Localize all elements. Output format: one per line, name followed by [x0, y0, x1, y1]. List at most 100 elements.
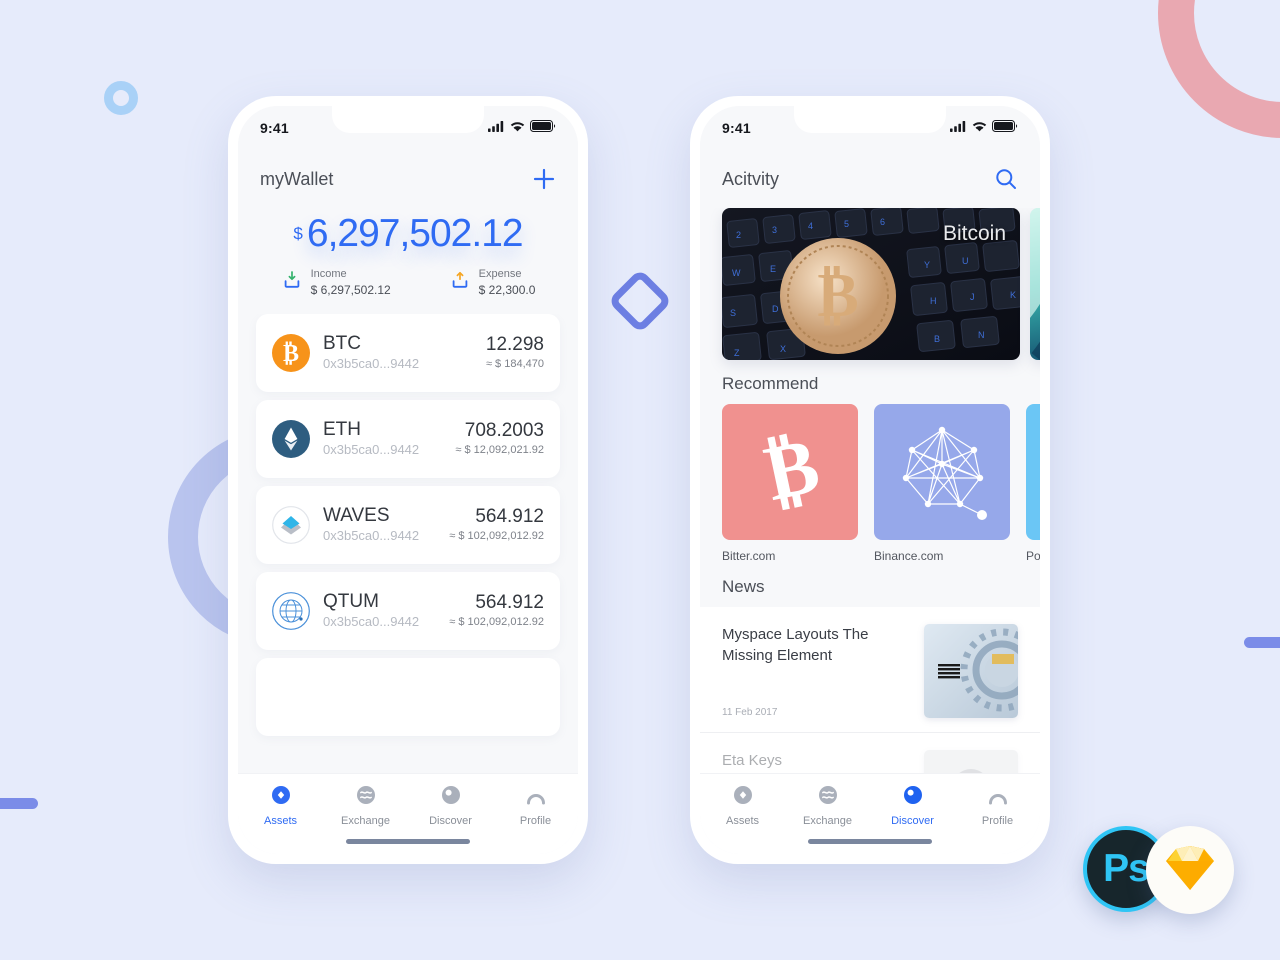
table-row[interactable]: ₿ BTC 0x3b5ca0...9442 12.298 ≈ $ 184,470 — [256, 313, 560, 392]
news-date: 11 Feb 2017 — [722, 707, 778, 718]
profile-icon — [525, 784, 547, 811]
svg-text:2: 2 — [736, 230, 741, 240]
sketch-badge — [1146, 826, 1234, 914]
tab-profile[interactable]: Profile — [955, 784, 1040, 827]
search-button[interactable] — [994, 167, 1018, 191]
phone-mockup-assets: 9:41 myWallet $ 6,297,502.12 Income $ 6,… — [228, 96, 588, 864]
asset-fiat-value: ≈ $ 102,092,012.92 — [449, 529, 544, 542]
svg-text:₿: ₿ — [817, 262, 858, 330]
svg-text:J: J — [970, 292, 975, 302]
table-row[interactable]: WAVES 0x3b5ca0...9442 564.912 ≈ $ 102,09… — [256, 485, 560, 564]
decorative-diamond — [607, 268, 673, 334]
assets-icon — [732, 784, 754, 811]
tab-label: Exchange — [341, 815, 390, 827]
asset-list[interactable]: ₿ BTC 0x3b5ca0...9442 12.298 ≈ $ 184,470… — [238, 313, 578, 773]
cellular-signal-icon — [950, 119, 967, 137]
news-thumbnail — [924, 624, 1018, 718]
tray-download-icon — [281, 269, 303, 296]
list-item[interactable]: Eta Keys — [700, 733, 1040, 773]
discover-content: 234 56 WE YU SD HJK ZX BN ₿ Bitcoin Reco… — [700, 208, 1040, 773]
balance-block: $ 6,297,502.12 Income $ 6,297,502.12 Exp… — [238, 208, 578, 314]
asset-symbol: QTUM — [323, 591, 379, 613]
tab-label: Discover — [891, 815, 934, 827]
recommend-thumb: ₿ — [722, 404, 858, 540]
list-item[interactable]: Binance.com — [874, 404, 1010, 563]
svg-text:H: H — [930, 296, 937, 306]
tab-discover[interactable]: Discover — [408, 784, 493, 827]
waves-coin-icon — [272, 506, 310, 544]
list-item[interactable]: Myspace Layouts The Missing Element 11 F… — [700, 607, 1040, 733]
table-row-partial[interactable] — [256, 657, 560, 736]
recommend-thumb — [1026, 404, 1040, 540]
asset-amount: 12.298 — [485, 333, 544, 355]
tab-exchange[interactable]: Exchange — [785, 784, 870, 827]
sketch-diamond-icon — [1162, 840, 1218, 901]
assets-icon — [270, 784, 292, 811]
asset-symbol: BTC — [323, 333, 361, 355]
svg-text:K: K — [1010, 290, 1016, 300]
currency-symbol: $ — [293, 224, 303, 243]
recommend-carousel[interactable]: ₿ Bitter.com Binance.com Po — [700, 404, 1040, 563]
svg-text:W: W — [732, 268, 741, 278]
news-title: Eta Keys — [722, 752, 783, 769]
tab-discover[interactable]: Discover — [870, 784, 955, 827]
tab-label: Profile — [981, 815, 1014, 827]
tab-exchange[interactable]: Exchange — [323, 784, 408, 827]
income-value: $ 6,297,502.12 — [310, 282, 391, 297]
news-title: Myspace Layouts The Missing Element — [722, 626, 869, 665]
asset-fiat-value: ≈ $ 102,092,012.92 — [449, 615, 544, 628]
battery-full-icon — [530, 119, 556, 137]
status-clock: 9:41 — [722, 120, 751, 136]
exchange-icon — [817, 784, 839, 811]
svg-text:₿: ₿ — [757, 426, 826, 514]
banner-carousel[interactable]: 2 3 4 5 6 W E Y U S D H J K Z X B N ₿ Bitcoin — [700, 208, 1040, 360]
tab-label: Discover — [429, 815, 472, 827]
home-indicator[interactable] — [346, 839, 470, 844]
news-list[interactable]: Myspace Layouts The Missing Element 11 F… — [700, 607, 1040, 773]
ethereum-coin-icon — [272, 419, 310, 458]
banner-card[interactable] — [1030, 208, 1040, 360]
photoshop-icon: Ps — [1103, 847, 1150, 890]
recommend-name: Polonie — [1026, 549, 1040, 563]
banner-card[interactable]: 2 3 4 5 6 W E Y U S D H J K Z X B N ₿ Bitcoin — [722, 208, 1020, 360]
exchange-icon — [355, 784, 377, 811]
svg-text:X: X — [780, 344, 786, 354]
svg-text:U: U — [962, 256, 969, 266]
svg-text:B: B — [934, 334, 940, 344]
recommend-name: Binance.com — [874, 549, 944, 563]
network-graph-icon — [888, 416, 996, 529]
table-row[interactable]: QTUM 0x3b5ca0...9442 564.912 ≈ $ 102,092… — [256, 571, 560, 650]
plus-icon — [532, 168, 556, 195]
app-header: Acitvity — [700, 150, 1040, 208]
section-title-recommend: Recommend — [722, 374, 819, 393]
svg-text:Y: Y — [924, 260, 930, 270]
asset-address: 0x3b5ca0...9442 — [323, 614, 420, 630]
list-item[interactable]: ₿ Bitter.com — [722, 404, 858, 563]
income-expense-summary: Income $ 6,297,502.12 Expense $ 22,300.0 — [238, 267, 578, 298]
list-item[interactable]: Polonie — [1026, 404, 1040, 563]
svg-text:N: N — [978, 330, 985, 340]
expense-label: Expense — [478, 267, 522, 280]
page-title: Acitvity — [722, 168, 780, 189]
asset-amount: 564.912 — [475, 505, 544, 527]
income-stat: Income $ 6,297,502.12 — [281, 267, 391, 298]
expense-stat: Expense $ 22,300.0 — [449, 267, 536, 298]
decorative-blue-ring — [104, 81, 138, 115]
svg-text:Z: Z — [734, 348, 740, 358]
wifi-icon — [972, 119, 987, 137]
bottom-tab-bar: Assets Exchange Discover Profile — [238, 773, 578, 854]
tab-profile[interactable]: Profile — [493, 784, 578, 827]
add-wallet-button[interactable] — [532, 167, 556, 191]
expense-value: $ 22,300.0 — [478, 282, 536, 297]
tab-assets[interactable]: Assets — [700, 784, 785, 827]
decorative-bar-left — [0, 798, 38, 809]
asset-amount: 564.912 — [475, 591, 544, 613]
tab-assets[interactable]: Assets — [238, 784, 323, 827]
section-title-news: News — [722, 577, 765, 596]
phone-mockup-discover: 9:41 Acitvity 2 3 4 5 6 W E Y U S D H J … — [690, 96, 1050, 864]
home-indicator[interactable] — [808, 839, 932, 844]
wifi-icon — [510, 119, 525, 137]
tab-label: Profile — [519, 815, 552, 827]
table-row[interactable]: ETH 0x3b5ca0...9442 708.2003 ≈ $ 12,092,… — [256, 399, 560, 478]
tray-upload-icon — [449, 269, 471, 296]
